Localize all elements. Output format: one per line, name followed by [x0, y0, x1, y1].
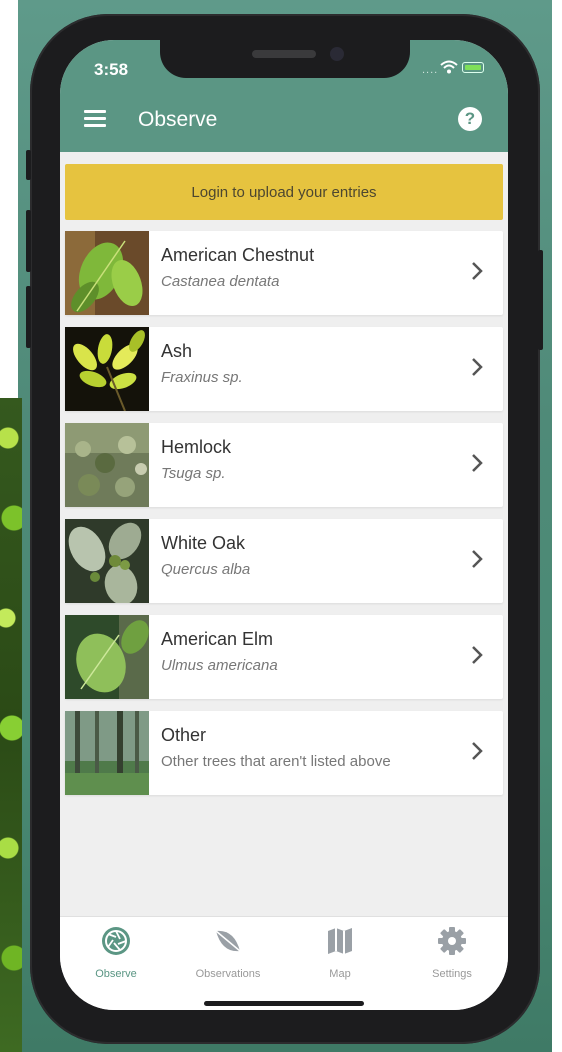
camera-aperture-icon	[102, 927, 130, 955]
hemlock-thumbnail	[65, 423, 149, 507]
tab-label: Observe	[95, 968, 137, 980]
app-bar: Observe ?	[60, 92, 508, 152]
wifi-icon	[440, 60, 458, 74]
ash-thumbnail	[65, 327, 149, 411]
tree-scientific-name: Castanea dentata	[161, 273, 280, 290]
gear-icon	[438, 927, 466, 955]
tree-item-american-elm[interactable]: American Elm Ulmus americana	[65, 615, 503, 699]
help-icon[interactable]: ?	[458, 107, 482, 131]
leaf-icon	[215, 930, 241, 952]
status-time: 3:58	[94, 60, 129, 79]
tab-observations[interactable]: Observations	[172, 925, 284, 980]
other-trees-thumbnail	[65, 711, 149, 795]
tree-description: Other trees that aren't listed above	[161, 753, 391, 770]
chevron-right-icon	[472, 262, 483, 280]
tree-item-hemlock[interactable]: Hemlock Tsuga sp.	[65, 423, 503, 507]
tab-label: Settings	[432, 968, 472, 980]
chevron-right-icon	[472, 358, 483, 376]
tree-item-ash[interactable]: Ash Fraxinus sp.	[65, 327, 503, 411]
tree-scientific-name: Tsuga sp.	[161, 465, 226, 482]
tree-name: Ash	[161, 341, 193, 361]
home-indicator[interactable]	[204, 1001, 364, 1006]
tree-name: Hemlock	[161, 437, 232, 457]
tree-name: American Elm	[161, 629, 274, 649]
page-title: Observe	[138, 108, 218, 131]
battery-icon	[462, 62, 484, 73]
app-screen: 3:58 .... Observe ? Login to upload your…	[60, 40, 508, 1010]
white-oak-thumbnail	[65, 519, 149, 603]
american-chestnut-thumbnail	[65, 231, 149, 315]
tab-observe[interactable]: Observe	[60, 925, 172, 980]
tree-scientific-name: Fraxinus sp.	[161, 369, 243, 386]
tab-label: Observations	[195, 968, 261, 980]
login-banner[interactable]: Login to upload your entries	[65, 164, 503, 220]
chevron-right-icon	[472, 742, 483, 760]
tree-item-white-oak[interactable]: White Oak Quercus alba	[65, 519, 503, 603]
tree-scientific-name: Quercus alba	[161, 561, 251, 578]
backdrop-leaves	[0, 398, 22, 1052]
american-elm-thumbnail	[65, 615, 149, 699]
tab-label: Map	[329, 968, 351, 980]
tree-item-other[interactable]: Other Other trees that aren't listed abo…	[65, 711, 503, 795]
bottom-tab-bar: Observe Observations Map Settings	[60, 916, 508, 1010]
tab-settings[interactable]: Settings	[396, 925, 508, 980]
login-banner-text: Login to upload your entries	[191, 183, 377, 201]
tree-list: American Chestnut Castanea dentata Ash F…	[65, 231, 503, 807]
tree-item-american-chestnut[interactable]: American Chestnut Castanea dentata	[65, 231, 503, 315]
notch	[160, 40, 410, 78]
tree-name: American Chestnut	[161, 245, 315, 265]
tree-scientific-name: Ulmus americana	[161, 657, 278, 674]
map-icon	[328, 928, 352, 954]
chevron-right-icon	[472, 550, 483, 568]
tree-name: Other	[161, 725, 207, 745]
tree-name: White Oak	[161, 533, 246, 553]
chevron-right-icon	[472, 646, 483, 664]
tab-map[interactable]: Map	[284, 925, 396, 980]
chevron-right-icon	[472, 454, 483, 472]
hamburger-menu-icon[interactable]	[84, 110, 106, 128]
